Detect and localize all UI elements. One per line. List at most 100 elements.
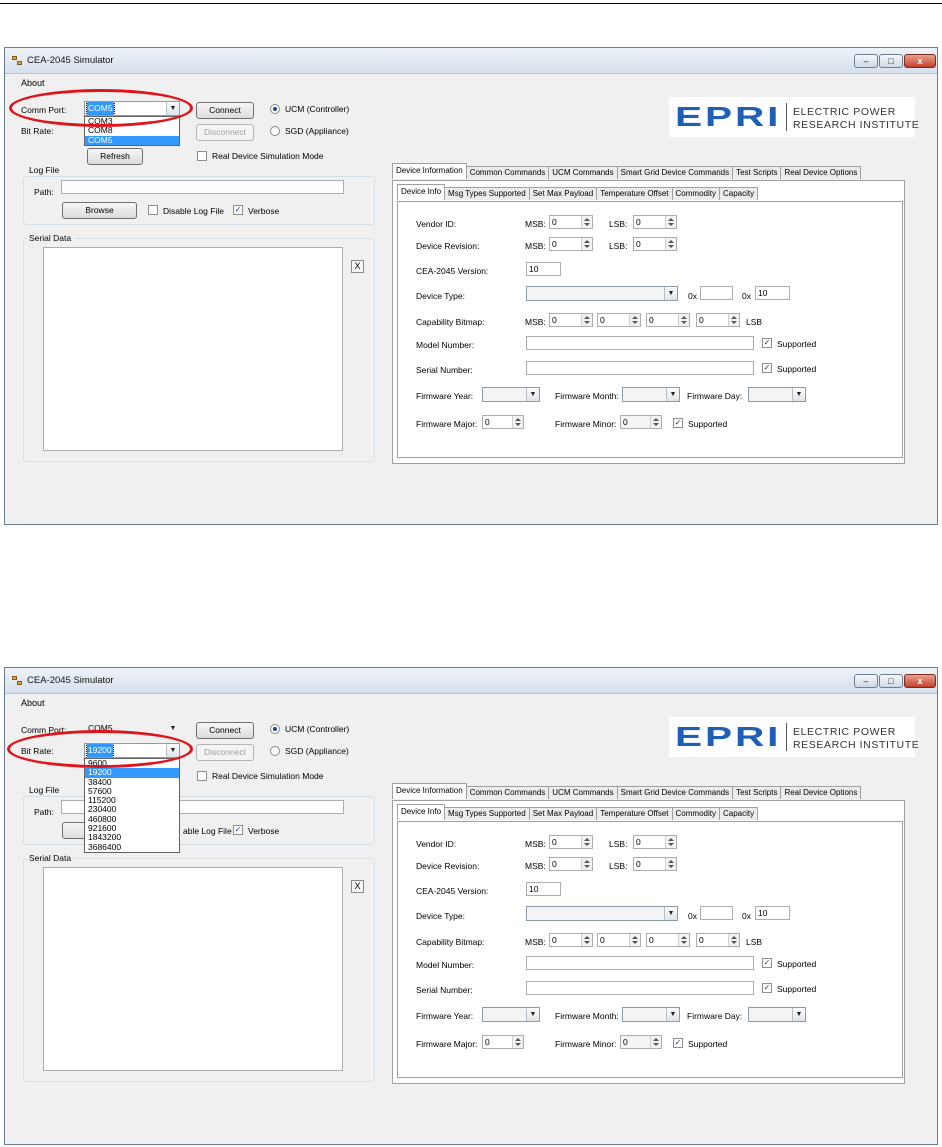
revision-msb-spinner[interactable]: 0	[549, 857, 593, 871]
device-type-select[interactable]: ▼	[526, 286, 678, 301]
spinner-arrows-icon[interactable]	[665, 836, 676, 848]
capability-byte3-spinner[interactable]: 0	[646, 313, 690, 327]
verbose-checkbox[interactable]: ✓	[233, 205, 243, 215]
firmware-major-spinner[interactable]: 0	[482, 415, 524, 429]
port-option-selected[interactable]: COM5	[85, 135, 179, 145]
real-device-checkbox[interactable]	[197, 151, 207, 161]
spinner-arrows-icon[interactable]	[581, 836, 592, 848]
disconnect-button[interactable]: Disconnect	[196, 744, 254, 761]
menu-about[interactable]: About	[21, 698, 45, 708]
minimize-button[interactable]: –	[854, 674, 878, 688]
serial-number-input[interactable]	[526, 981, 754, 995]
device-type-hex1-input[interactable]	[700, 286, 733, 300]
serial-supported-checkbox[interactable]: ✓	[762, 363, 772, 373]
chevron-down-icon[interactable]: ▼	[792, 388, 805, 401]
capability-byte4-spinner[interactable]: 0	[696, 933, 740, 947]
tab-device-information[interactable]: Device Information	[392, 783, 467, 799]
device-type-select[interactable]: ▼	[526, 906, 678, 921]
ucm-radio[interactable]	[270, 104, 280, 114]
disable-log-checkbox[interactable]	[148, 205, 158, 215]
spinner-arrows-icon[interactable]	[581, 314, 592, 326]
device-type-hex2-input[interactable]: 10	[755, 286, 790, 300]
tab-commodity[interactable]: Commodity	[671, 187, 720, 200]
firmware-month-select[interactable]: ▼	[622, 387, 680, 402]
model-supported-checkbox[interactable]: ✓	[762, 958, 772, 968]
real-device-checkbox[interactable]	[197, 771, 207, 781]
chevron-down-icon[interactable]: ▼	[666, 1008, 679, 1021]
capability-byte1-spinner[interactable]: 0	[549, 313, 593, 327]
firmware-minor-spinner[interactable]: 0	[620, 415, 662, 429]
capability-byte3-spinner[interactable]: 0	[646, 933, 690, 947]
tab-smart-grid-device-commands[interactable]: Smart Grid Device Commands	[616, 786, 734, 799]
tab-capacity[interactable]: Capacity	[718, 807, 759, 820]
menu-about[interactable]: About	[21, 78, 45, 88]
capability-byte4-spinner[interactable]: 0	[696, 313, 740, 327]
spinner-arrows-icon[interactable]	[581, 216, 592, 228]
chevron-down-icon[interactable]: ▼	[664, 907, 677, 920]
tab-device-information[interactable]: Device Information	[392, 163, 467, 179]
chevron-down-icon[interactable]: ▼	[166, 722, 179, 735]
tab-msg-types-supported[interactable]: Msg Types Supported	[444, 187, 530, 200]
disconnect-button[interactable]: Disconnect	[196, 124, 254, 141]
chevron-down-icon[interactable]: ▼	[526, 388, 539, 401]
firmware-major-spinner[interactable]: 0	[482, 1035, 524, 1049]
chevron-down-icon[interactable]: ▼	[792, 1008, 805, 1021]
clear-serial-button[interactable]: X	[351, 260, 364, 273]
tab-test-scripts[interactable]: Test Scripts	[732, 166, 782, 179]
spinner-arrows-icon[interactable]	[678, 314, 689, 326]
device-type-hex2-input[interactable]: 10	[755, 906, 790, 920]
spinner-arrows-icon[interactable]	[581, 934, 592, 946]
spinner-arrows-icon[interactable]	[728, 314, 739, 326]
chevron-down-icon[interactable]: ▼	[664, 287, 677, 300]
model-supported-checkbox[interactable]: ✓	[762, 338, 772, 348]
tab-temperature-offset[interactable]: Temperature Offset	[596, 187, 673, 200]
spinner-arrows-icon[interactable]	[665, 238, 676, 250]
tab-common-commands[interactable]: Common Commands	[465, 166, 550, 179]
maximize-button[interactable]: □	[879, 674, 903, 688]
revision-lsb-spinner[interactable]: 0	[633, 237, 677, 251]
firmware-year-select[interactable]: ▼	[482, 387, 540, 402]
cea-version-input[interactable]: 10	[526, 882, 561, 896]
serial-data-textarea[interactable]	[43, 867, 343, 1071]
bit-rate-dropdown[interactable]: 9600 19200 38400 57600 115200 230400 460…	[84, 758, 180, 853]
log-path-input[interactable]	[61, 180, 344, 194]
tab-device-info[interactable]: Device Info	[397, 184, 446, 200]
connect-button[interactable]: Connect	[196, 722, 254, 739]
browse-button[interactable]: Browse	[62, 202, 137, 219]
refresh-button[interactable]: Refresh	[87, 148, 143, 165]
firmware-supported-checkbox[interactable]: ✓	[673, 1038, 683, 1048]
spinner-arrows-icon[interactable]	[512, 1036, 523, 1048]
tab-capacity[interactable]: Capacity	[718, 187, 759, 200]
chevron-down-icon[interactable]: ▼	[666, 388, 679, 401]
clear-serial-button[interactable]: X	[351, 880, 364, 893]
serial-number-input[interactable]	[526, 361, 754, 375]
tab-device-info[interactable]: Device Info	[397, 804, 446, 820]
tab-ucm-commands[interactable]: UCM Commands	[548, 166, 618, 179]
revision-msb-spinner[interactable]: 0	[549, 237, 593, 251]
spinner-arrows-icon[interactable]	[512, 416, 523, 428]
tab-commodity[interactable]: Commodity	[671, 807, 720, 820]
model-number-input[interactable]	[526, 336, 754, 350]
vendor-lsb-spinner[interactable]: 0	[633, 835, 677, 849]
spinner-arrows-icon[interactable]	[581, 858, 592, 870]
vendor-msb-spinner[interactable]: 0	[549, 835, 593, 849]
vendor-lsb-spinner[interactable]: 0	[633, 215, 677, 229]
close-button[interactable]: x	[904, 54, 936, 68]
tab-temperature-offset[interactable]: Temperature Offset	[596, 807, 673, 820]
maximize-button[interactable]: □	[879, 54, 903, 68]
bitrate-option[interactable]: 3686400	[85, 842, 179, 852]
spinner-arrows-icon[interactable]	[728, 934, 739, 946]
cea-version-input[interactable]: 10	[526, 262, 561, 276]
tab-ucm-commands[interactable]: UCM Commands	[548, 786, 618, 799]
sgd-radio[interactable]	[270, 126, 280, 136]
firmware-supported-checkbox[interactable]: ✓	[673, 418, 683, 428]
serial-data-textarea[interactable]	[43, 247, 343, 451]
tab-set-max-payload[interactable]: Set Max Payload	[528, 187, 598, 200]
close-button[interactable]: x	[904, 674, 936, 688]
spinner-arrows-icon[interactable]	[665, 858, 676, 870]
ucm-radio[interactable]	[270, 724, 280, 734]
chevron-down-icon[interactable]: ▼	[526, 1008, 539, 1021]
firmware-minor-spinner[interactable]: 0	[620, 1035, 662, 1049]
capability-byte2-spinner[interactable]: 0	[597, 933, 641, 947]
model-number-input[interactable]	[526, 956, 754, 970]
